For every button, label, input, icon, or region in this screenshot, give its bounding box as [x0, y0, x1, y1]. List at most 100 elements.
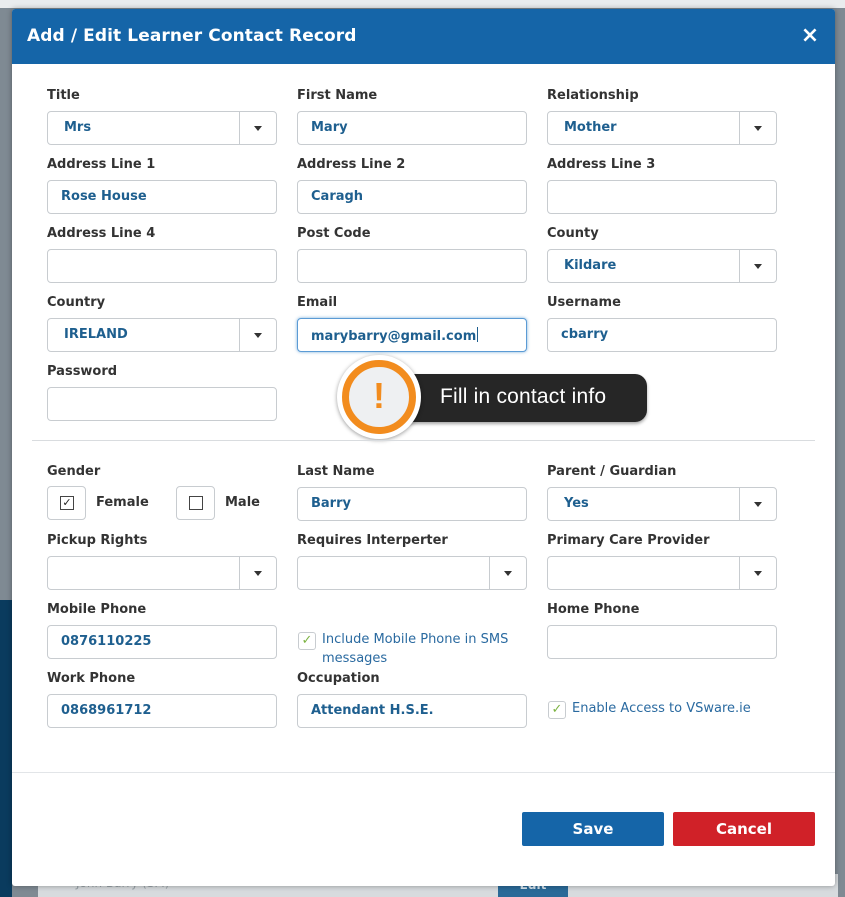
parent-guardian-value: Yes [564, 496, 589, 511]
pickup-rights-dropdown-toggle[interactable] [239, 557, 276, 589]
password-label: Password [47, 364, 118, 379]
username-value: cbarry [561, 327, 609, 342]
occupation-input[interactable]: Attendant H.S.E. [297, 694, 527, 728]
relationship-select[interactable]: Mother [547, 111, 777, 145]
country-value: IRELAND [64, 327, 128, 342]
parent-guardian-field: Parent / Guardian Yes [547, 464, 777, 521]
pickup-rights-field: Pickup Rights [47, 533, 277, 590]
close-icon[interactable]: × [799, 23, 821, 49]
first-name-input[interactable]: Mary [297, 111, 527, 145]
password-input[interactable] [47, 387, 277, 421]
male-checkbox[interactable] [176, 486, 215, 520]
parent-guardian-dropdown-toggle[interactable] [739, 488, 776, 520]
requires-interpreter-field: Requires Interperter [297, 533, 527, 590]
work-phone-label: Work Phone [47, 671, 136, 686]
address4-input[interactable] [47, 249, 277, 283]
county-field: County Kildare [547, 226, 777, 283]
first-name-label: First Name [297, 88, 378, 103]
county-dropdown-toggle[interactable] [739, 250, 776, 282]
title-value: Mrs [64, 120, 92, 135]
post-code-field: Post Code [297, 226, 527, 283]
chevron-down-icon [754, 264, 762, 269]
include-sms-label: Include Mobile Phone in SMS messages [322, 630, 508, 668]
primary-care-select[interactable] [547, 556, 777, 590]
username-field: Username cbarry [547, 295, 777, 352]
address2-input[interactable]: Caragh [297, 180, 527, 214]
mobile-phone-value: 0876110225 [61, 634, 152, 649]
work-phone-input[interactable]: 0868961712 [47, 694, 277, 728]
callout-badge: ! [337, 355, 421, 439]
contact-record-modal: Add / Edit Learner Contact Record × Titl… [12, 9, 835, 886]
country-label: Country [47, 295, 106, 310]
home-phone-field: Home Phone [547, 602, 777, 659]
email-label: Email [297, 295, 338, 310]
occupation-label: Occupation [297, 671, 380, 686]
parent-guardian-label: Parent / Guardian [547, 464, 677, 479]
pickup-rights-select[interactable] [47, 556, 277, 590]
address1-field: Address Line 1 Rose House [47, 157, 277, 214]
country-select[interactable]: IRELAND [47, 318, 277, 352]
primary-care-field: Primary Care Provider [547, 533, 777, 590]
address4-label: Address Line 4 [47, 226, 156, 241]
mobile-phone-input[interactable]: 0876110225 [47, 625, 277, 659]
empty-checkbox-icon [189, 496, 203, 510]
modal-title: Add / Edit Learner Contact Record [27, 26, 357, 46]
female-label: Female [96, 495, 149, 510]
post-code-input[interactable] [297, 249, 527, 283]
female-checkbox[interactable]: ✓ [47, 486, 86, 520]
address2-value: Caragh [311, 189, 364, 204]
callout-tooltip: Fill in contact info [407, 374, 647, 422]
callout-text: Fill in contact info [440, 385, 607, 408]
address1-input[interactable]: Rose House [47, 180, 277, 214]
post-code-label: Post Code [297, 226, 371, 241]
save-button[interactable]: Save [522, 812, 664, 846]
title-label: Title [47, 88, 80, 103]
enable-access-checkbox[interactable]: ✓ [548, 701, 566, 719]
username-input[interactable]: cbarry [547, 318, 777, 352]
address1-label: Address Line 1 [47, 157, 156, 172]
include-sms-checkbox[interactable]: ✓ [298, 632, 316, 650]
address2-field: Address Line 2 Caragh [297, 157, 527, 214]
chevron-down-icon [254, 126, 262, 131]
first-name-value: Mary [311, 120, 348, 135]
home-phone-input[interactable] [547, 625, 777, 659]
footer-divider [12, 772, 835, 773]
email-field: Email marybarry@gmail.com [297, 295, 527, 352]
email-input[interactable]: marybarry@gmail.com [297, 318, 527, 352]
cancel-button[interactable]: Cancel [673, 812, 815, 846]
parent-guardian-select[interactable]: Yes [547, 487, 777, 521]
exclamation-icon: ! [342, 360, 416, 434]
requires-interpreter-dropdown-toggle[interactable] [489, 557, 526, 589]
address3-input[interactable] [547, 180, 777, 214]
chevron-down-icon [254, 333, 262, 338]
first-name-field: First Name Mary [297, 88, 527, 145]
last-name-value: Barry [311, 496, 351, 511]
address2-label: Address Line 2 [297, 157, 406, 172]
primary-care-label: Primary Care Provider [547, 533, 710, 548]
primary-care-dropdown-toggle[interactable] [739, 557, 776, 589]
checkmark-icon: ✓ [60, 496, 74, 510]
occupation-value: Attendant H.S.E. [311, 703, 434, 718]
address3-field: Address Line 3 [547, 157, 777, 214]
enable-access-label: Enable Access to VSware.ie [572, 701, 751, 716]
country-dropdown-toggle[interactable] [239, 319, 276, 351]
requires-interpreter-label: Requires Interperter [297, 533, 448, 548]
chevron-down-icon [754, 502, 762, 507]
relationship-dropdown-toggle[interactable] [739, 112, 776, 144]
chevron-down-icon [504, 571, 512, 576]
text-cursor [477, 327, 479, 342]
last-name-input[interactable]: Barry [297, 487, 527, 521]
section-divider [32, 440, 815, 441]
work-phone-field: Work Phone 0868961712 [47, 671, 277, 728]
county-select[interactable]: Kildare [547, 249, 777, 283]
exclamation-mark: ! [373, 375, 385, 416]
requires-interpreter-select[interactable] [297, 556, 527, 590]
home-phone-label: Home Phone [547, 602, 640, 617]
password-field: Password [47, 364, 277, 421]
address3-label: Address Line 3 [547, 157, 656, 172]
title-dropdown-toggle[interactable] [239, 112, 276, 144]
pickup-rights-label: Pickup Rights [47, 533, 148, 548]
title-select[interactable]: Mrs [47, 111, 277, 145]
address1-value: Rose House [61, 189, 147, 204]
country-field: Country IRELAND [47, 295, 277, 352]
